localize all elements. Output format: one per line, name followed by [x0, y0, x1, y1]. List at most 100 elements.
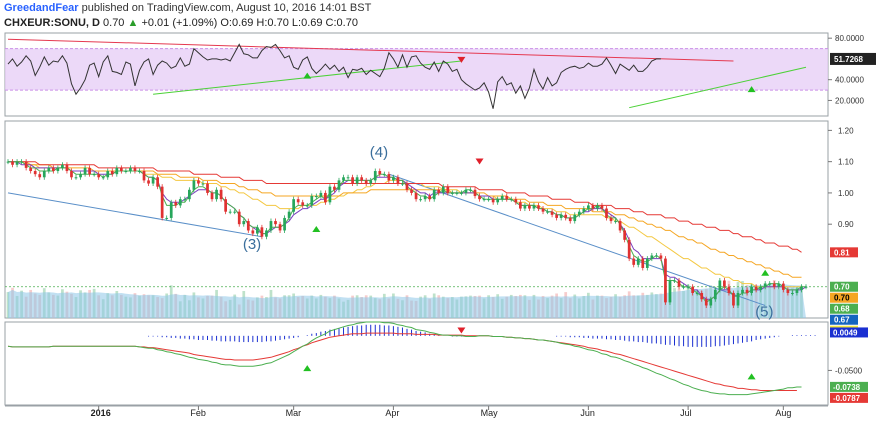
candle-body	[387, 174, 391, 181]
candle-body	[92, 174, 96, 176]
candle-body	[591, 205, 595, 209]
candle-body	[659, 255, 663, 259]
macd-badge-label: 0.0049	[833, 328, 858, 337]
x-tick-label-2: Mar	[286, 408, 302, 418]
candle-body	[505, 196, 509, 200]
candle-body	[292, 199, 296, 212]
chart-canvas: (3) (4) (5) 80.0000 40.0000 20.0000 51.7268 1.…	[4, 32, 876, 418]
candle-body	[274, 221, 277, 225]
candle-body	[641, 258, 645, 268]
price-tick-label-3: 0.90	[838, 220, 854, 229]
candle-body	[224, 199, 227, 212]
price-badge-label: 0.67	[834, 316, 850, 325]
candle-body	[582, 208, 586, 212]
candle-body	[496, 199, 500, 203]
candle-body	[718, 280, 722, 290]
candle-body	[192, 180, 196, 190]
candle-body	[228, 211, 232, 213]
candle-body	[378, 171, 382, 175]
candle-body	[287, 211, 291, 218]
candle-body	[763, 283, 767, 287]
candle-body	[147, 180, 150, 184]
panel-frame-2	[4, 120, 829, 319]
wave-label: (3)	[243, 236, 261, 253]
candle-body	[437, 189, 441, 193]
oscillator-band	[5, 48, 828, 91]
candle-body	[428, 196, 432, 200]
candle-body	[355, 177, 359, 184]
candle-body	[441, 186, 445, 193]
candle-body	[382, 174, 386, 176]
candle-body	[723, 280, 726, 287]
x-tick-label-7: Aug	[775, 408, 791, 418]
candle-body	[645, 258, 649, 268]
candle-body	[206, 183, 209, 193]
candle-body	[151, 177, 155, 184]
candle-body	[188, 189, 191, 200]
candle-body	[745, 289, 749, 293]
candle-body	[655, 255, 658, 257]
candle-body	[237, 211, 241, 225]
candle-body	[777, 283, 781, 287]
candle-body	[736, 292, 740, 306]
candle-body	[528, 205, 531, 209]
x-tick-label-1: Feb	[190, 408, 206, 418]
x-tick-label-0: 2016	[91, 408, 111, 418]
candle-body	[772, 283, 776, 287]
candle-body	[83, 167, 87, 175]
candle-body	[20, 161, 23, 163]
candle-body	[369, 180, 373, 184]
candle-body	[741, 289, 744, 293]
candle-body	[555, 214, 558, 218]
candle-body	[650, 255, 654, 259]
candle-body	[346, 177, 350, 179]
candle-body	[455, 192, 459, 194]
candle-body	[6, 161, 10, 163]
candle-body	[509, 199, 513, 201]
candle-body	[632, 258, 636, 265]
candle-body	[568, 217, 572, 222]
candle-body	[337, 180, 341, 190]
candle-body	[42, 171, 46, 178]
candle-body	[251, 230, 255, 234]
candle-body	[587, 205, 590, 209]
candle-body	[636, 258, 640, 265]
candle-body	[600, 205, 604, 209]
candle-body	[74, 177, 78, 179]
candle-body	[473, 189, 477, 197]
candle-body	[210, 192, 214, 200]
candle-body	[324, 192, 327, 203]
candle-body	[364, 180, 368, 184]
candle-body	[178, 199, 182, 206]
candle-body	[423, 196, 427, 200]
candle-body	[577, 211, 581, 215]
candle-body	[668, 280, 672, 303]
candle-body	[305, 205, 309, 207]
candle-body	[15, 161, 19, 165]
candle-body	[573, 214, 577, 222]
candle-body	[523, 205, 527, 209]
x-tick-label-5: Jun	[580, 408, 595, 418]
candle-body	[97, 174, 101, 178]
candle-body	[700, 292, 704, 300]
candle-body	[101, 177, 105, 179]
candle-body	[673, 280, 676, 282]
candle-body	[491, 199, 495, 203]
candle-body	[482, 199, 486, 201]
candle-body	[618, 221, 622, 231]
candle-body	[174, 202, 178, 206]
candle-body	[165, 217, 169, 219]
candle-body	[759, 286, 763, 290]
candle-body	[401, 183, 404, 185]
candle-body	[605, 208, 608, 218]
candle-body	[242, 221, 246, 225]
candle-body	[419, 199, 422, 201]
candle-body	[351, 177, 354, 184]
candle-body	[786, 289, 790, 293]
candle-body	[469, 189, 472, 191]
candle-body	[33, 171, 37, 175]
candle-body	[79, 174, 82, 178]
candle-body	[88, 167, 91, 175]
candle-body	[541, 208, 545, 212]
candle-body	[664, 258, 667, 303]
